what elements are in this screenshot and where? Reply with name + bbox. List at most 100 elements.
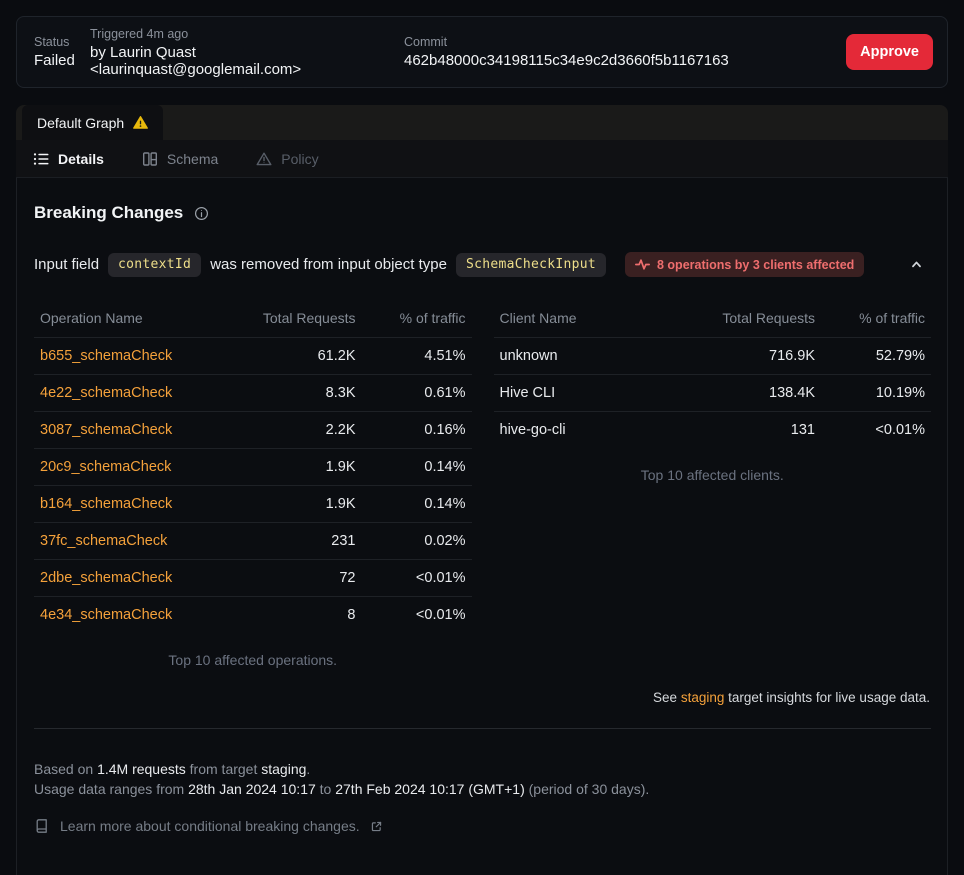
- status-value: Failed: [34, 52, 90, 69]
- graph-tab-strip: Default Graph: [16, 105, 948, 140]
- clients-caption: Top 10 affected clients.: [494, 467, 932, 483]
- approve-button[interactable]: Approve: [846, 34, 933, 70]
- tab-details-label: Details: [58, 151, 104, 167]
- table-row: 37fc_schemaCheck 231 0.02%: [34, 523, 472, 560]
- usage-line2-end: (period of 30 days).: [525, 781, 650, 797]
- table-row: hive-go-cli 131 <0.01%: [494, 412, 932, 449]
- usage-target-name: staging: [261, 761, 306, 777]
- usage-range-end: 27th Feb 2024 10:17 (GMT+1): [335, 781, 525, 797]
- usage-line2-pre: Usage data ranges from: [34, 781, 188, 797]
- operation-link[interactable]: 2dbe_schemaCheck: [34, 560, 240, 597]
- operation-link[interactable]: 4e22_schemaCheck: [34, 375, 240, 412]
- list-icon: [33, 151, 49, 167]
- commit-hash: 462b48000c34198115c34e9c2d3660f5b1167163: [404, 52, 846, 69]
- table-row: 3087_schemaCheck 2.2K 0.16%: [34, 412, 472, 449]
- book-icon: [34, 818, 50, 834]
- info-icon[interactable]: [194, 206, 209, 221]
- operation-requests: 61.2K: [240, 338, 362, 375]
- affected-tables: Operation Name Total Requests % of traff…: [34, 301, 931, 668]
- client-name: unknown: [494, 338, 700, 375]
- insights-post: target insights for live usage data.: [724, 690, 930, 705]
- check-summary-card: Status Failed Triggered 4m ago by Laurin…: [16, 16, 948, 88]
- usage-line1-mid: from target: [186, 761, 261, 777]
- col-total-requests: Total Requests: [699, 301, 821, 338]
- chevron-up-icon[interactable]: [905, 253, 928, 276]
- operation-traffic: 0.61%: [362, 375, 472, 412]
- operation-requests: 8.3K: [240, 375, 362, 412]
- operation-requests: 1.9K: [240, 449, 362, 486]
- insights-pre: See: [653, 690, 681, 705]
- staging-target-link[interactable]: staging: [681, 690, 725, 705]
- external-link-icon: [370, 820, 383, 833]
- operations-header-row: Operation Name Total Requests % of traff…: [34, 301, 472, 338]
- operation-traffic: 4.51%: [362, 338, 472, 375]
- tab-schema[interactable]: Schema: [142, 151, 218, 167]
- operation-link[interactable]: 4e34_schemaCheck: [34, 597, 240, 634]
- operation-traffic: 0.14%: [362, 486, 472, 523]
- operation-traffic: 0.14%: [362, 449, 472, 486]
- clients-column: Client Name Total Requests % of traffic …: [494, 301, 932, 668]
- operation-requests: 2.2K: [240, 412, 362, 449]
- operation-requests: 8: [240, 597, 362, 634]
- operation-traffic: <0.01%: [362, 560, 472, 597]
- details-panel: Breaking Changes Input field contextId w…: [16, 178, 948, 875]
- change-text-part2: was removed from input object type: [210, 256, 447, 273]
- operation-link[interactable]: 37fc_schemaCheck: [34, 523, 240, 560]
- triggered-label: Triggered 4m ago: [90, 27, 404, 41]
- client-requests: 716.9K: [699, 338, 821, 375]
- usage-line1-end: .: [306, 761, 310, 777]
- usage-line1-pre: Based on: [34, 761, 97, 777]
- usage-line2-mid: to: [316, 781, 335, 797]
- operation-traffic: 0.16%: [362, 412, 472, 449]
- usage-info: Based on 1.4M requests from target stagi…: [34, 759, 931, 800]
- table-row: 2dbe_schemaCheck 72 <0.01%: [34, 560, 472, 597]
- policy-warning-icon: [256, 151, 272, 167]
- operation-requests: 72: [240, 560, 362, 597]
- breaking-changes-header: Breaking Changes: [34, 203, 931, 223]
- warning-triangle-icon: [133, 115, 148, 130]
- triggered-by-value: by Laurin Quast <laurinquast@googlemail.…: [90, 44, 404, 78]
- change-text-part1: Input field: [34, 256, 99, 273]
- affected-operations-badge[interactable]: 8 operations by 3 clients affected: [625, 252, 864, 277]
- col-traffic: % of traffic: [362, 301, 472, 338]
- table-row: b655_schemaCheck 61.2K 4.51%: [34, 338, 472, 375]
- usage-line-1: Based on 1.4M requests from target stagi…: [34, 759, 931, 779]
- client-traffic: 52.79%: [821, 338, 931, 375]
- client-name: Hive CLI: [494, 375, 700, 412]
- tab-default-graph-label: Default Graph: [37, 115, 124, 131]
- operation-link[interactable]: 20c9_schemaCheck: [34, 449, 240, 486]
- table-row: 4e34_schemaCheck 8 <0.01%: [34, 597, 472, 634]
- table-row: b164_schemaCheck 1.9K 0.14%: [34, 486, 472, 523]
- triggered-column: Triggered 4m ago by Laurin Quast <laurin…: [90, 27, 404, 78]
- col-traffic: % of traffic: [821, 301, 931, 338]
- operation-requests: 231: [240, 523, 362, 560]
- col-operation-name: Operation Name: [34, 301, 240, 338]
- change-type-chip: SchemaCheckInput: [456, 253, 606, 277]
- usage-request-count: 1.4M requests: [97, 761, 186, 777]
- operation-link[interactable]: b655_schemaCheck: [34, 338, 240, 375]
- clients-table: Client Name Total Requests % of traffic …: [494, 301, 932, 449]
- commit-column: Commit 462b48000c34198115c34e9c2d3660f5b…: [404, 35, 846, 69]
- operation-link[interactable]: b164_schemaCheck: [34, 486, 240, 523]
- tab-policy[interactable]: Policy: [256, 151, 318, 167]
- operation-requests: 1.9K: [240, 486, 362, 523]
- client-traffic: <0.01%: [821, 412, 931, 449]
- client-requests: 138.4K: [699, 375, 821, 412]
- tab-policy-label: Policy: [281, 151, 318, 167]
- learn-more-link[interactable]: Learn more about conditional breaking ch…: [34, 818, 931, 834]
- col-total-requests: Total Requests: [240, 301, 362, 338]
- col-client-name: Client Name: [494, 301, 700, 338]
- client-traffic: 10.19%: [821, 375, 931, 412]
- table-row: 20c9_schemaCheck 1.9K 0.14%: [34, 449, 472, 486]
- status-label: Status: [34, 35, 90, 49]
- breaking-change-row[interactable]: Input field contextId was removed from i…: [34, 252, 931, 277]
- operation-traffic: 0.02%: [362, 523, 472, 560]
- schema-columns-icon: [142, 151, 158, 167]
- clients-header-row: Client Name Total Requests % of traffic: [494, 301, 932, 338]
- tab-schema-label: Schema: [167, 151, 218, 167]
- affected-badge-label: 8 operations by 3 clients affected: [657, 258, 854, 272]
- table-row: Hive CLI 138.4K 10.19%: [494, 375, 932, 412]
- tab-default-graph[interactable]: Default Graph: [22, 105, 163, 140]
- operation-link[interactable]: 3087_schemaCheck: [34, 412, 240, 449]
- tab-details[interactable]: Details: [33, 151, 104, 167]
